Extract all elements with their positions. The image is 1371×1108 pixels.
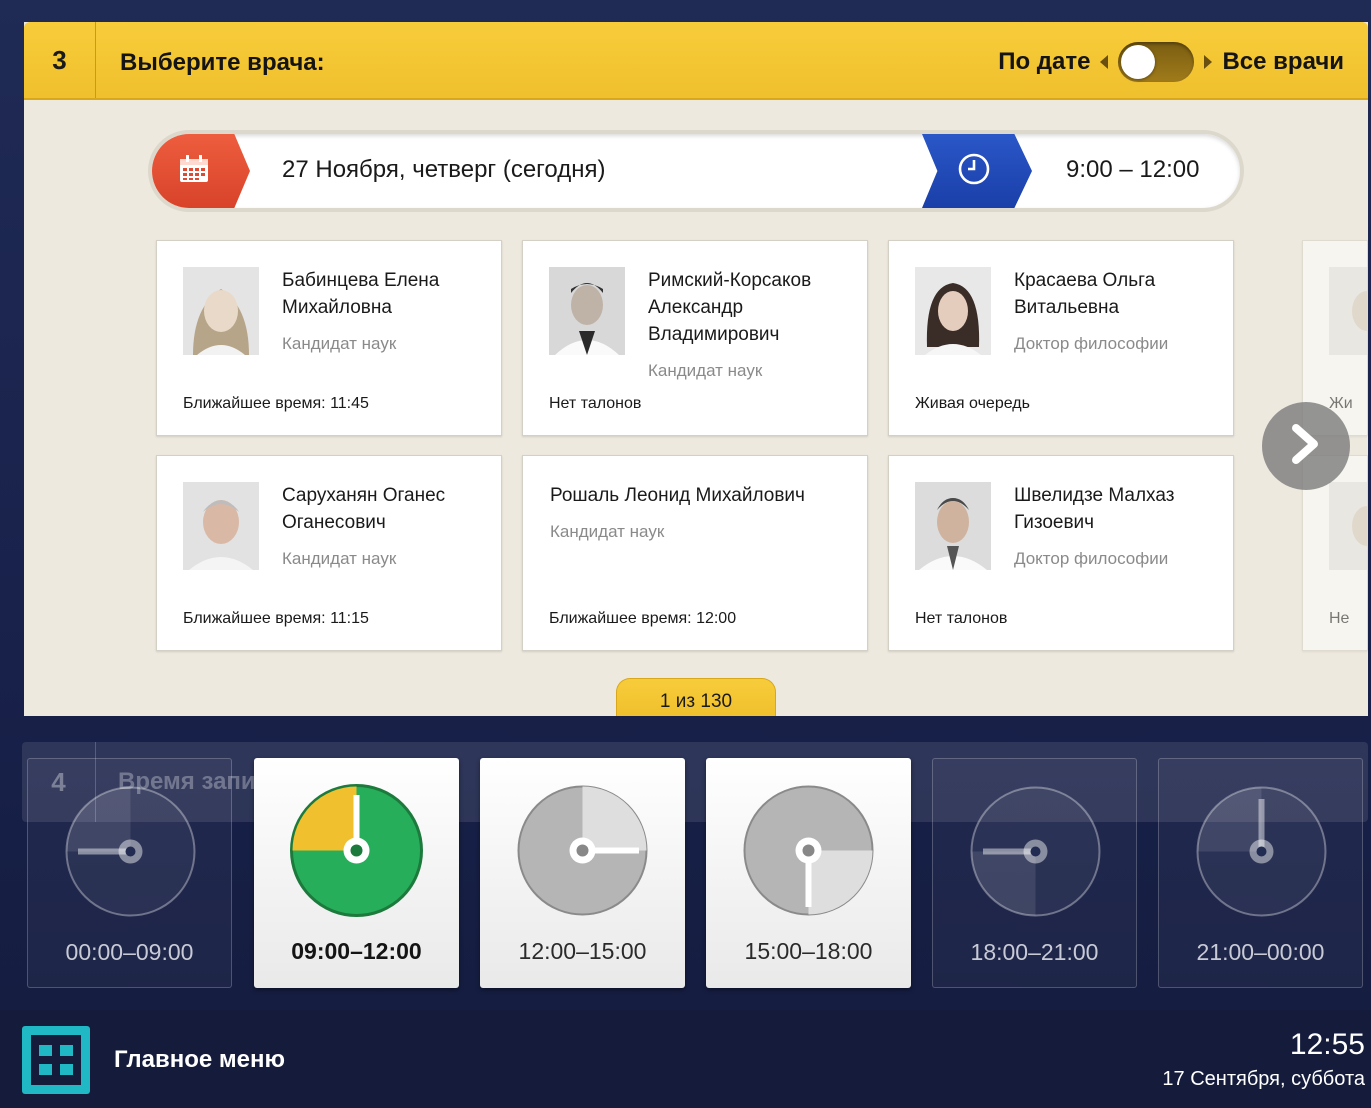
- time-slot-label: 18:00–21:00: [970, 939, 1099, 965]
- doctor-name: Красаева Ольга Витальевна: [1014, 270, 1156, 318]
- date-picker-button[interactable]: [152, 134, 250, 208]
- chevron-right-icon: [1288, 422, 1324, 471]
- doctor-name: Рошаль Леонид Михайлович: [550, 485, 805, 506]
- doctor-photo: [1329, 482, 1367, 570]
- doctor-status: Живая очередь: [915, 395, 1030, 412]
- selected-time-range[interactable]: 9:00 – 12:00: [1066, 156, 1199, 184]
- doctor-card[interactable]: Красаева Ольга Витальевна Доктор философ…: [888, 240, 1234, 436]
- clock-icon: [970, 786, 1101, 917]
- doctor-degree: Кандидат наук: [648, 361, 763, 380]
- date-time-filter: 27 Ноября, четверг (сегодня) 9:00 – 12:0…: [148, 130, 1244, 212]
- doctor-photo: [1329, 267, 1367, 355]
- doctor-photo: [183, 482, 259, 570]
- view-toggle-switch[interactable]: [1118, 42, 1195, 82]
- doctor-selection-panel: 3 Выберите врача: По дате Все врачи 27 Н…: [24, 22, 1368, 716]
- toggle-left-arrow-icon: [1100, 55, 1109, 69]
- doctor-info: Саруханян Оганес Оганесович Кандидат нау…: [282, 482, 492, 570]
- time-slot-selected[interactable]: 09:00–12:00: [254, 758, 459, 988]
- current-time: 12:55: [1289, 1028, 1365, 1061]
- step-number: 3: [24, 22, 96, 98]
- doctor-status: Ближайшее время: 12:00: [549, 610, 737, 627]
- time-slot[interactable]: 12:00–15:00: [480, 758, 685, 988]
- time-slot: 00:00–09:00: [27, 758, 232, 988]
- doctor-status: Нет талонов: [549, 395, 642, 412]
- toggle-knob[interactable]: [1121, 45, 1156, 79]
- footer-bar: Главное меню 12:55 17 Сентября, суббота: [0, 1010, 1371, 1108]
- doctor-info: Рошаль Леонид Михайлович Кандидат наук: [550, 482, 860, 543]
- doctor-photo: [549, 267, 625, 355]
- next-page-button[interactable]: [1262, 402, 1350, 490]
- step-header: 3 Выберите врача: По дате Все врачи: [24, 22, 1368, 100]
- clock-icon: [1196, 786, 1327, 917]
- step-title: Выберите врача:: [120, 49, 325, 76]
- time-slot: 18:00–21:00: [932, 758, 1137, 988]
- doctor-card[interactable]: Бабинцева Елена Михайловна Кандидат наук…: [156, 240, 502, 436]
- doctor-degree: Кандидат наук: [282, 549, 397, 568]
- doctor-card[interactable]: Швелидзе Малхаз Гизоевич Доктор философи…: [888, 455, 1234, 651]
- doctor-degree: Доктор философии: [1014, 549, 1169, 568]
- doctor-degree: Доктор философии: [1014, 334, 1169, 353]
- doctor-status: Ближайшее время: 11:15: [183, 610, 369, 627]
- time-slot-label: 12:00–15:00: [518, 938, 647, 964]
- doctor-info: Римский-Корсаков Александр Владимирович …: [648, 267, 858, 382]
- time-slot-label: 15:00–18:00: [744, 938, 873, 964]
- time-slot-label: 21:00–00:00: [1196, 939, 1325, 965]
- current-date: 17 Сентября, суббота: [1162, 1068, 1365, 1090]
- doctor-photo: [183, 267, 259, 355]
- doctor-status: Ближайшее время: 11:45: [183, 395, 369, 412]
- time-slot[interactable]: 15:00–18:00: [706, 758, 911, 988]
- doctor-name: Бабинцева Елена Михайловна: [282, 270, 440, 318]
- selected-date[interactable]: 27 Ноября, четверг (сегодня): [282, 156, 605, 184]
- doctor-info: Швелидзе Малхаз Гизоевич Доктор философи…: [1014, 482, 1224, 570]
- clock-icon: [957, 152, 991, 191]
- time-slot: 21:00–00:00: [1158, 758, 1363, 988]
- doctor-name: Саруханян Оганес Оганесович: [282, 485, 446, 533]
- doctor-status: Не: [1329, 610, 1350, 627]
- toggle-right-arrow-icon: [1204, 55, 1213, 69]
- view-toggle[interactable]: По дате Все врачи: [998, 42, 1344, 82]
- time-slot-label: 09:00–12:00: [291, 938, 422, 964]
- clock-icon: [65, 786, 196, 917]
- doctor-card[interactable]: Саруханян Оганес Оганесович Кандидат нау…: [156, 455, 502, 651]
- pagination-indicator: 1 из 130: [616, 678, 776, 716]
- doctor-photo: [915, 482, 991, 570]
- doctor-photo: [915, 267, 991, 355]
- doctor-name: Швелидзе Малхаз Гизоевич: [1014, 485, 1175, 533]
- time-slot-label: 00:00–09:00: [65, 939, 194, 965]
- clock-icon: [517, 785, 648, 916]
- clock-icon: [290, 784, 423, 917]
- clock-icon: [743, 785, 874, 916]
- doctor-info: Красаева Ольга Витальевна Доктор философ…: [1014, 267, 1224, 355]
- main-menu-link[interactable]: Главное меню: [114, 1046, 285, 1074]
- doctor-degree: Кандидат наук: [282, 334, 397, 353]
- doctor-card[interactable]: Римский-Корсаков Александр Владимирович …: [522, 240, 868, 436]
- doctor-degree: Кандидат наук: [550, 522, 665, 541]
- grid-menu-icon[interactable]: [22, 1026, 90, 1094]
- doctor-name: Римский-Корсаков Александр Владимирович: [648, 270, 812, 345]
- calendar-icon: [179, 154, 209, 188]
- doctor-card[interactable]: Рошаль Леонид Михайлович Кандидат наук Б…: [522, 455, 868, 651]
- doctor-info: Бабинцева Елена Михайловна Кандидат наук: [282, 267, 492, 355]
- doctor-status: Нет талонов: [915, 610, 1008, 627]
- toggle-label-all-doctors[interactable]: Все врачи: [1222, 48, 1344, 76]
- time-picker-button[interactable]: [922, 134, 1032, 208]
- toggle-label-by-date[interactable]: По дате: [998, 48, 1090, 76]
